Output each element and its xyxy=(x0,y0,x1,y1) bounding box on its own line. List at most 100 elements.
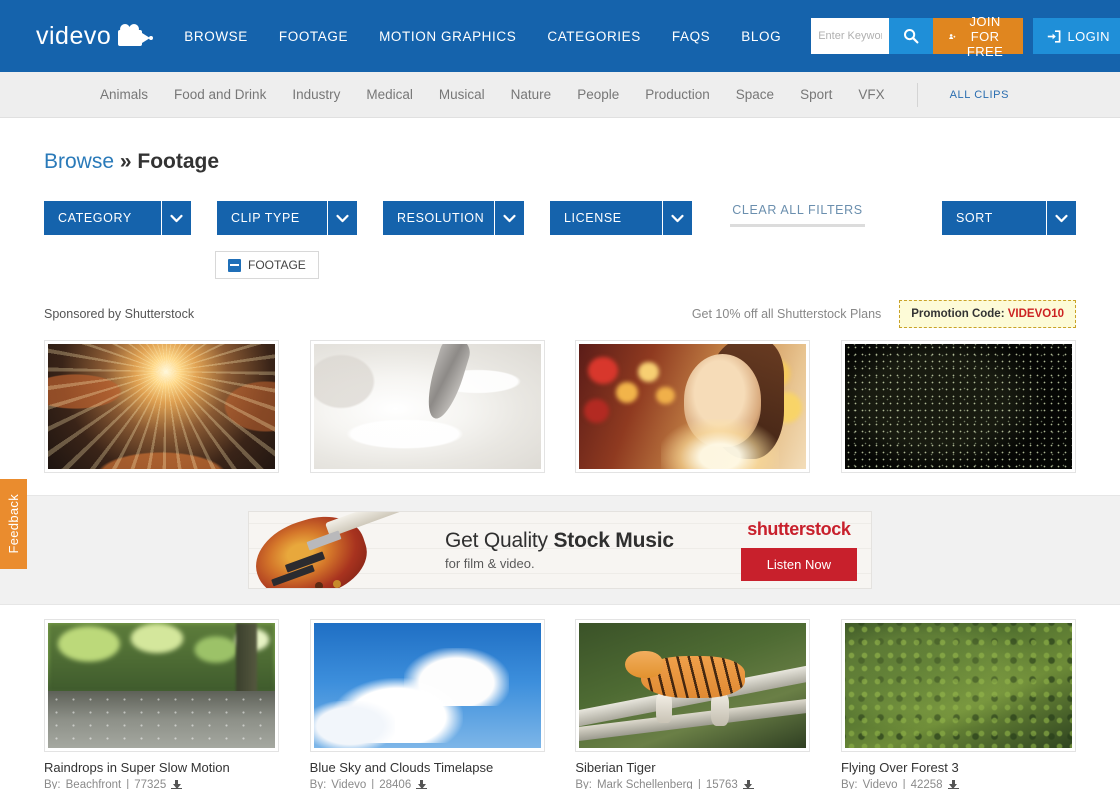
result-thumb-cell[interactable] xyxy=(309,619,545,752)
subnav-all-clips[interactable]: ALL CLIPS xyxy=(950,89,1009,101)
subnav-item-food-and-drink[interactable]: Food and Drink xyxy=(174,87,266,102)
promotion-code-box: Promotion Code: VIDEVO10 xyxy=(899,300,1076,328)
subnav-item-space[interactable]: Space xyxy=(736,87,774,102)
result-download-count: 15763 xyxy=(705,779,738,789)
result-thumbnail-siberian-tiger[interactable] xyxy=(575,619,811,752)
subnav-item-people[interactable]: People xyxy=(577,87,619,102)
filter-clip-type-dropdown[interactable]: CLIP TYPE xyxy=(217,201,357,235)
join-for-free-label: JOIN FOR FREE xyxy=(966,13,1004,59)
search-input[interactable] xyxy=(811,18,890,54)
chevron-down-icon xyxy=(327,201,357,235)
sponsored-thumb-cell[interactable] xyxy=(840,340,1076,473)
result-meta-separator: | xyxy=(371,779,375,789)
result-title-link[interactable]: Flying Over Forest 3 xyxy=(841,760,1076,775)
subnav-item-medical[interactable]: Medical xyxy=(366,87,413,102)
result-author[interactable]: Mark Schellenberg xyxy=(597,779,693,789)
feedback-tab[interactable]: Feedback xyxy=(0,479,27,569)
filter-category-label: CATEGORY xyxy=(58,211,132,225)
sponsored-thumbnail-3[interactable] xyxy=(575,340,811,473)
result-download-count: 28406 xyxy=(379,779,412,789)
sponsored-thumb-cell[interactable] xyxy=(309,340,545,473)
subnav-item-musical[interactable]: Musical xyxy=(439,87,485,102)
sponsored-thumbnail-4[interactable] xyxy=(840,340,1076,473)
sponsored-thumbnail-2[interactable] xyxy=(309,340,545,473)
ad-headline-normal: Get Quality xyxy=(445,529,554,552)
result-title-link[interactable]: Blue Sky and Clouds Timelapse xyxy=(310,760,545,775)
chevron-down-icon xyxy=(1046,201,1076,235)
result-download-count: 77325 xyxy=(134,779,167,789)
breadcrumb: Browse » Footage xyxy=(0,118,1120,174)
sort-label: SORT xyxy=(956,211,993,225)
filter-bar: CATEGORY CLIP TYPE RESOLUTION LICENSE CL… xyxy=(0,174,1120,235)
main-navigation: BROWSE FOOTAGE MOTION GRAPHICS CATEGORIE… xyxy=(184,29,781,44)
subnav-divider xyxy=(916,82,918,107)
clear-all-filters-label: CLEAR ALL FILTERS xyxy=(732,203,863,217)
chevron-down-icon xyxy=(494,201,524,235)
nav-item-footage[interactable]: FOOTAGE xyxy=(279,29,348,44)
filter-resolution-dropdown[interactable]: RESOLUTION xyxy=(383,201,524,235)
sort-dropdown[interactable]: SORT xyxy=(942,201,1076,235)
ad-copy: Get Quality Stock Music for film & video… xyxy=(445,529,674,571)
site-logo[interactable]: videvo xyxy=(36,21,154,51)
result-caption: Flying Over Forest 3 By: Videvo | 42258 xyxy=(841,760,1076,789)
result-title-link[interactable]: Siberian Tiger xyxy=(575,760,810,775)
nav-item-blog[interactable]: BLOG xyxy=(741,29,781,44)
ad-subline: for film & video. xyxy=(445,556,535,571)
result-meta-separator: | xyxy=(697,779,701,789)
result-author[interactable]: Beachfront xyxy=(66,779,122,789)
subnav-item-industry[interactable]: Industry xyxy=(292,87,340,102)
subnav-item-nature[interactable]: Nature xyxy=(511,87,552,102)
nav-item-faqs[interactable]: FAQS xyxy=(672,29,710,44)
result-caption: Raindrops in Super Slow Motion By: Beach… xyxy=(44,760,279,789)
result-author[interactable]: Videvo xyxy=(863,779,898,789)
join-for-free-button[interactable]: JOIN FOR FREE xyxy=(933,14,1024,59)
filter-license-label: LICENSE xyxy=(564,211,622,225)
result-meta: By: Beachfront | 77325 xyxy=(44,779,279,789)
subnav-item-production[interactable]: Production xyxy=(645,87,710,102)
result-thumbnail-blue-sky[interactable] xyxy=(309,619,545,752)
subnav-item-animals[interactable]: Animals xyxy=(100,87,148,102)
logo-text: videvo xyxy=(36,21,112,50)
search-icon xyxy=(904,29,919,44)
result-thumb-cell[interactable] xyxy=(840,619,1076,752)
breadcrumb-parent[interactable]: Browse xyxy=(44,150,114,173)
feedback-label: Feedback xyxy=(6,494,21,554)
results-thumbnail-grid xyxy=(0,605,1120,752)
filter-license-dropdown[interactable]: LICENSE xyxy=(550,201,692,235)
subnav-item-vfx[interactable]: VFX xyxy=(858,87,884,102)
listen-now-button[interactable]: Listen Now xyxy=(740,548,857,581)
sponsored-label: Sponsored by Shutterstock xyxy=(44,307,195,321)
result-caption: Blue Sky and Clouds Timelapse By: Videvo… xyxy=(310,760,545,789)
nav-item-browse[interactable]: BROWSE xyxy=(184,29,248,44)
nav-item-categories[interactable]: CATEGORIES xyxy=(547,29,641,44)
login-label: LOGIN xyxy=(1067,28,1110,44)
result-title-link[interactable]: Raindrops in Super Slow Motion xyxy=(44,760,279,775)
result-thumbnail-raindrops[interactable] xyxy=(44,619,279,752)
result-author[interactable]: Videvo xyxy=(331,779,366,789)
minus-square-icon xyxy=(228,258,241,272)
active-filter-chips: FOOTAGE xyxy=(0,235,1120,279)
header-actions: JOIN FOR FREE LOGIN xyxy=(933,14,1120,59)
download-icon xyxy=(742,779,754,789)
filter-resolution-label: RESOLUTION xyxy=(397,211,485,225)
sponsored-offer-text: Get 10% off all Shutterstock Plans xyxy=(691,307,882,321)
result-thumb-cell[interactable] xyxy=(575,619,811,752)
shutterstock-ad-banner[interactable]: Get Quality Stock Music for film & video… xyxy=(248,511,872,589)
top-header: videvo BROWSE FOOTAGE MOTION GRAPHICS CA… xyxy=(0,0,1120,72)
result-thumbnail-flying-over-forest[interactable] xyxy=(840,619,1076,752)
active-chip-footage[interactable]: FOOTAGE xyxy=(215,251,319,279)
sponsored-thumb-cell[interactable] xyxy=(44,340,279,473)
result-thumb-cell[interactable] xyxy=(44,619,279,752)
result-meta: By: Videvo | 28406 xyxy=(310,779,545,789)
page-root: videvo BROWSE FOOTAGE MOTION GRAPHICS CA… xyxy=(0,0,1120,789)
subnav-item-sport[interactable]: Sport xyxy=(800,87,832,102)
filter-category-dropdown[interactable]: CATEGORY xyxy=(44,201,191,235)
sponsored-thumb-cell[interactable] xyxy=(575,340,811,473)
result-meta-separator: | xyxy=(902,779,906,789)
chevron-down-icon xyxy=(161,201,191,235)
sponsored-thumbnail-1[interactable] xyxy=(44,340,279,473)
clear-all-filters[interactable]: CLEAR ALL FILTERS xyxy=(730,203,865,233)
nav-item-motion-graphics[interactable]: MOTION GRAPHICS xyxy=(379,29,516,44)
login-button[interactable]: LOGIN xyxy=(1033,18,1120,54)
search-button[interactable] xyxy=(889,18,934,54)
